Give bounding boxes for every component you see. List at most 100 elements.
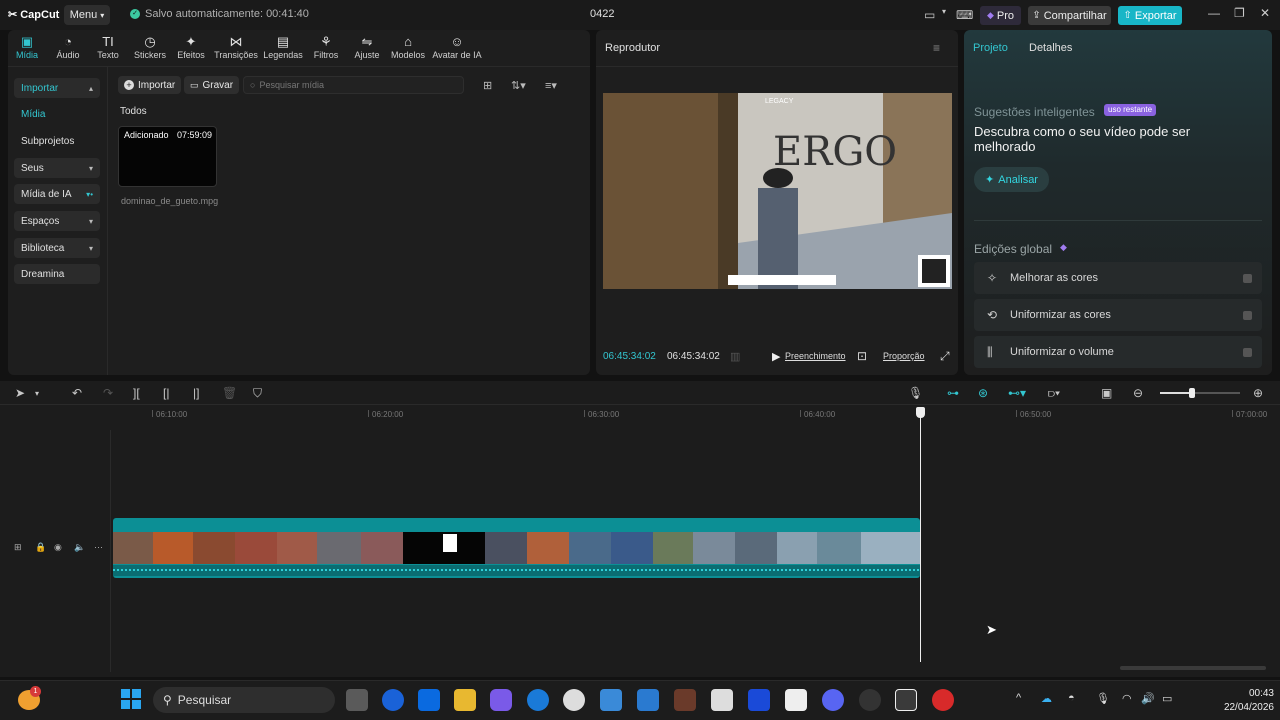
chevron-up-icon[interactable]: ^ <box>1016 692 1021 704</box>
sidebar-item-library[interactable]: Biblioteca ▾ <box>14 238 100 258</box>
menu-button[interactable]: Menu ▾ <box>64 5 110 25</box>
more-icon[interactable]: ⋯ <box>94 542 103 553</box>
layout-dropdown-icon[interactable]: ▾ <box>942 7 946 16</box>
hamburger-menu-icon[interactable]: ≡ <box>933 41 940 55</box>
play-icon[interactable]: ▶ <box>772 350 780 363</box>
delete-icon[interactable]: 🗑 <box>222 386 237 400</box>
sidebar-item-spaces[interactable]: Espaços ▾ <box>14 211 100 231</box>
trim-right-icon[interactable]: |] <box>193 386 199 400</box>
vpn-icon[interactable] <box>748 689 770 711</box>
undo-icon[interactable]: ↶ <box>72 386 82 400</box>
wifi-icon[interactable]: ◠ <box>1122 692 1132 705</box>
magnet-icon[interactable]: ⊛ <box>978 386 988 400</box>
sidebar-item-dreamina[interactable]: Dreamina <box>14 264 100 284</box>
roblox-icon[interactable] <box>711 689 733 711</box>
analyze-button[interactable]: ✦ Analisar <box>974 167 1049 192</box>
zoom-in-icon[interactable]: ⊕ <box>1253 386 1263 400</box>
record-button[interactable]: ▭ Gravar <box>184 76 240 94</box>
minimize-icon[interactable]: — <box>1208 6 1220 20</box>
chrome-icon[interactable] <box>859 689 881 711</box>
outlook-icon[interactable] <box>527 689 549 711</box>
import-button[interactable]: + Importar <box>118 76 182 94</box>
speaker-icon[interactable]: 🔈 <box>74 542 85 553</box>
fullscreen-preview-icon[interactable]: ⊡ <box>857 349 867 363</box>
video-clip[interactable] <box>113 518 920 578</box>
lock-icon[interactable]: 🔒 <box>35 542 46 553</box>
ea-app-icon[interactable] <box>382 689 404 711</box>
redo-icon[interactable]: ↷ <box>103 386 113 400</box>
normalize-volume-row[interactable]: ⫼ Uniformizar o volume <box>974 336 1262 368</box>
layout-icon[interactable]: ▭ <box>924 8 935 22</box>
toggle[interactable] <box>1243 310 1252 320</box>
shield-icon[interactable]: ⛉ <box>253 386 262 401</box>
chevron-down-icon[interactable]: ▾ <box>35 389 39 398</box>
tab-project[interactable]: Projeto <box>973 42 1008 54</box>
file-explorer-icon[interactable] <box>454 689 476 711</box>
sort-icon[interactable]: ⇅▾ <box>511 79 526 92</box>
tab-captions[interactable]: ▤ Legendas <box>260 34 306 60</box>
timeline-scrollbar[interactable] <box>1120 666 1266 670</box>
playhead-handle[interactable] <box>916 407 925 418</box>
zoom-out-icon[interactable]: ⊖ <box>1133 386 1143 400</box>
sidebar-item-subprojects[interactable]: Subprojetos <box>14 131 100 151</box>
pro-button[interactable]: ◆ Pro <box>980 6 1021 25</box>
fill-mode-button[interactable]: Preenchimento <box>785 351 846 361</box>
windows-start-icon[interactable] <box>121 689 141 709</box>
select-tool-icon[interactable]: ➤ <box>15 386 25 400</box>
zoom-slider[interactable] <box>1160 388 1240 398</box>
microphone-icon[interactable]: 🎙 <box>908 386 923 400</box>
photos-icon[interactable] <box>600 689 622 711</box>
tab-templates[interactable]: ⌂ Modelos <box>385 34 431 60</box>
clock-date[interactable]: 22/04/2026 <box>1214 702 1274 713</box>
tab-effects[interactable]: ✦ Efeitos <box>168 34 214 60</box>
onedrive-icon[interactable]: ☁ <box>1041 692 1052 705</box>
battery-icon[interactable]: ▭ <box>1162 692 1172 705</box>
microphone-tray-icon[interactable]: 🎙 <box>1096 692 1110 705</box>
taskbar-search[interactable]: ⚲ Pesquisar <box>153 687 335 713</box>
tab-media[interactable]: ▣ Mídia <box>4 34 50 60</box>
copilot-icon[interactable] <box>490 689 512 711</box>
eye-icon[interactable]: ◉ <box>54 542 62 553</box>
media-clip-thumbnail[interactable]: Adicionado 07:59:09 <box>118 126 217 187</box>
grid-view-icon[interactable]: ⊞ <box>483 79 492 92</box>
sidebar-item-ai-media[interactable]: Mídia de IA ▾• <box>14 184 100 204</box>
video-preview[interactable]: ERGO LEGACY <box>603 93 952 289</box>
restore-icon[interactable]: ❐ <box>1234 6 1245 20</box>
media-search-input[interactable]: ○ Pesquisar mídia <box>243 76 464 94</box>
tab-text[interactable]: TI Texto <box>85 34 131 60</box>
keyboard-icon[interactable]: ⌨ <box>956 8 973 22</box>
task-view-icon[interactable] <box>346 689 368 711</box>
export-button[interactable]: ⇧ Exportar <box>1118 6 1182 25</box>
tray-app-icon[interactable]: ◓ <box>1068 692 1075 704</box>
opera-gx-icon[interactable] <box>932 689 954 711</box>
sidebar-item-import[interactable]: Importar ▴ <box>14 78 100 98</box>
tab-adjust[interactable]: ⇋ Ajuste <box>344 34 390 60</box>
cloud-app-icon[interactable] <box>563 689 585 711</box>
filter-icon[interactable]: ≡▾ <box>545 79 557 92</box>
ratio-button[interactable]: Proporção <box>883 351 925 361</box>
sidebar-item-media[interactable]: Mídia <box>14 104 100 124</box>
cover-icon[interactable]: ⊞ <box>14 542 22 553</box>
close-icon[interactable]: ✕ <box>1260 6 1270 20</box>
discord-icon[interactable] <box>822 689 844 711</box>
expand-icon[interactable]: ⤢ <box>940 349 950 364</box>
match-colors-row[interactable]: ⟲ Uniformizar as cores <box>974 299 1262 331</box>
tab-transitions[interactable]: ⋈ Transições <box>213 34 259 60</box>
toggle[interactable] <box>1243 273 1252 283</box>
enhance-colors-row[interactable]: ✧ Melhorar as cores <box>974 262 1262 294</box>
tab-filters[interactable]: ⚘ Filtros <box>303 34 349 60</box>
sidebar-item-yours[interactable]: Seus ▾ <box>14 158 100 178</box>
caption-icon[interactable]: ▣ <box>1101 386 1112 400</box>
tab-stickers[interactable]: ◷ Stickers <box>127 34 173 60</box>
clock-time[interactable]: 00:43 <box>1214 688 1274 699</box>
capcut-active-icon[interactable] <box>895 689 917 711</box>
split-icon[interactable]: ][ <box>133 386 140 400</box>
tab-ai-avatar[interactable]: ☺ Avatar de IA <box>430 34 484 60</box>
share-button[interactable]: ⇪ Compartilhar <box>1028 6 1111 25</box>
dropbox-icon[interactable] <box>418 689 440 711</box>
capcut-taskbar-icon[interactable] <box>785 689 807 711</box>
zoom-slider-handle[interactable] <box>1189 388 1195 398</box>
preview-axis-icon[interactable]: ⫐▾ <box>1048 386 1060 401</box>
volume-icon[interactable]: 🔊 <box>1141 692 1155 705</box>
toggle[interactable] <box>1243 347 1252 357</box>
